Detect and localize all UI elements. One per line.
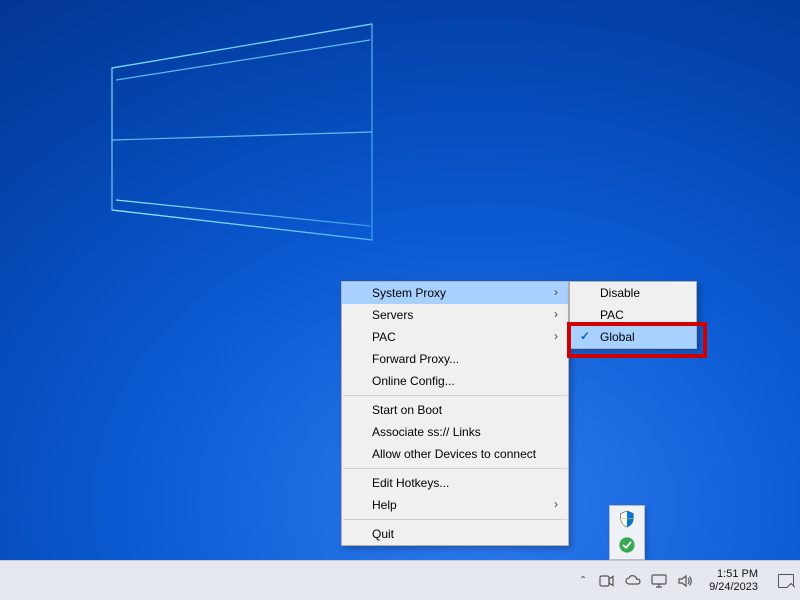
menu-item-quit[interactable]: Quit <box>342 523 568 545</box>
tray-overflow-popup <box>609 505 645 560</box>
menu-label: Online Config... <box>372 374 455 388</box>
menu-label: Servers <box>372 308 413 322</box>
tray-icons <box>599 573 693 589</box>
menu-label: Edit Hotkeys... <box>372 476 449 490</box>
tray-overflow-button[interactable]: ˆ <box>579 572 587 590</box>
tray-icon-app[interactable] <box>617 535 637 555</box>
meet-now-icon[interactable] <box>599 573 615 589</box>
menu-label: Start on Boot <box>372 403 442 417</box>
desktop[interactable]: System Proxy Servers PAC Forward Proxy..… <box>0 0 800 560</box>
menu-item-global[interactable]: Global <box>570 326 696 348</box>
menu-label: Help <box>372 498 397 512</box>
menu-separator <box>343 468 567 469</box>
menu-item-pac[interactable]: PAC <box>342 326 568 348</box>
menu-item-disable[interactable]: Disable <box>570 282 696 304</box>
taskbar: ˆ 1:51 PM 9/24/2023 <box>0 560 800 600</box>
menu-item-help[interactable]: Help <box>342 494 568 516</box>
menu-label: PAC <box>372 330 396 344</box>
menu-separator <box>343 395 567 396</box>
action-center-button[interactable] <box>778 574 794 588</box>
menu-item-forward-proxy[interactable]: Forward Proxy... <box>342 348 568 370</box>
menu-separator <box>343 519 567 520</box>
menu-item-system-proxy[interactable]: System Proxy <box>342 282 568 304</box>
windows-logo <box>72 20 392 250</box>
menu-label: Quit <box>372 527 394 541</box>
tray-icon-security[interactable] <box>617 509 637 529</box>
network-icon[interactable] <box>651 573 667 589</box>
menu-label: Associate ss:// Links <box>372 425 481 439</box>
context-menu-system-proxy: Disable PAC Global <box>569 281 697 349</box>
menu-label: System Proxy <box>372 286 446 300</box>
menu-item-edit-hotkeys[interactable]: Edit Hotkeys... <box>342 472 568 494</box>
menu-item-pac-mode[interactable]: PAC <box>570 304 696 326</box>
system-tray: ˆ 1:51 PM 9/24/2023 <box>579 568 794 594</box>
menu-item-allow-other-devices[interactable]: Allow other Devices to connect <box>342 443 568 465</box>
menu-label: Global <box>600 330 635 344</box>
menu-item-servers[interactable]: Servers <box>342 304 568 326</box>
clock-time: 1:51 PM <box>717 568 758 581</box>
menu-item-online-config[interactable]: Online Config... <box>342 370 568 392</box>
menu-label: PAC <box>600 308 624 322</box>
volume-icon[interactable] <box>677 573 693 589</box>
menu-label: Disable <box>600 286 640 300</box>
context-menu-main: System Proxy Servers PAC Forward Proxy..… <box>341 281 569 546</box>
menu-label: Forward Proxy... <box>372 352 459 366</box>
menu-item-associate-links[interactable]: Associate ss:// Links <box>342 421 568 443</box>
taskbar-clock[interactable]: 1:51 PM 9/24/2023 <box>709 568 758 594</box>
clock-date: 9/24/2023 <box>709 581 758 594</box>
menu-item-start-on-boot[interactable]: Start on Boot <box>342 399 568 421</box>
menu-label: Allow other Devices to connect <box>372 447 536 461</box>
onedrive-icon[interactable] <box>625 573 641 589</box>
